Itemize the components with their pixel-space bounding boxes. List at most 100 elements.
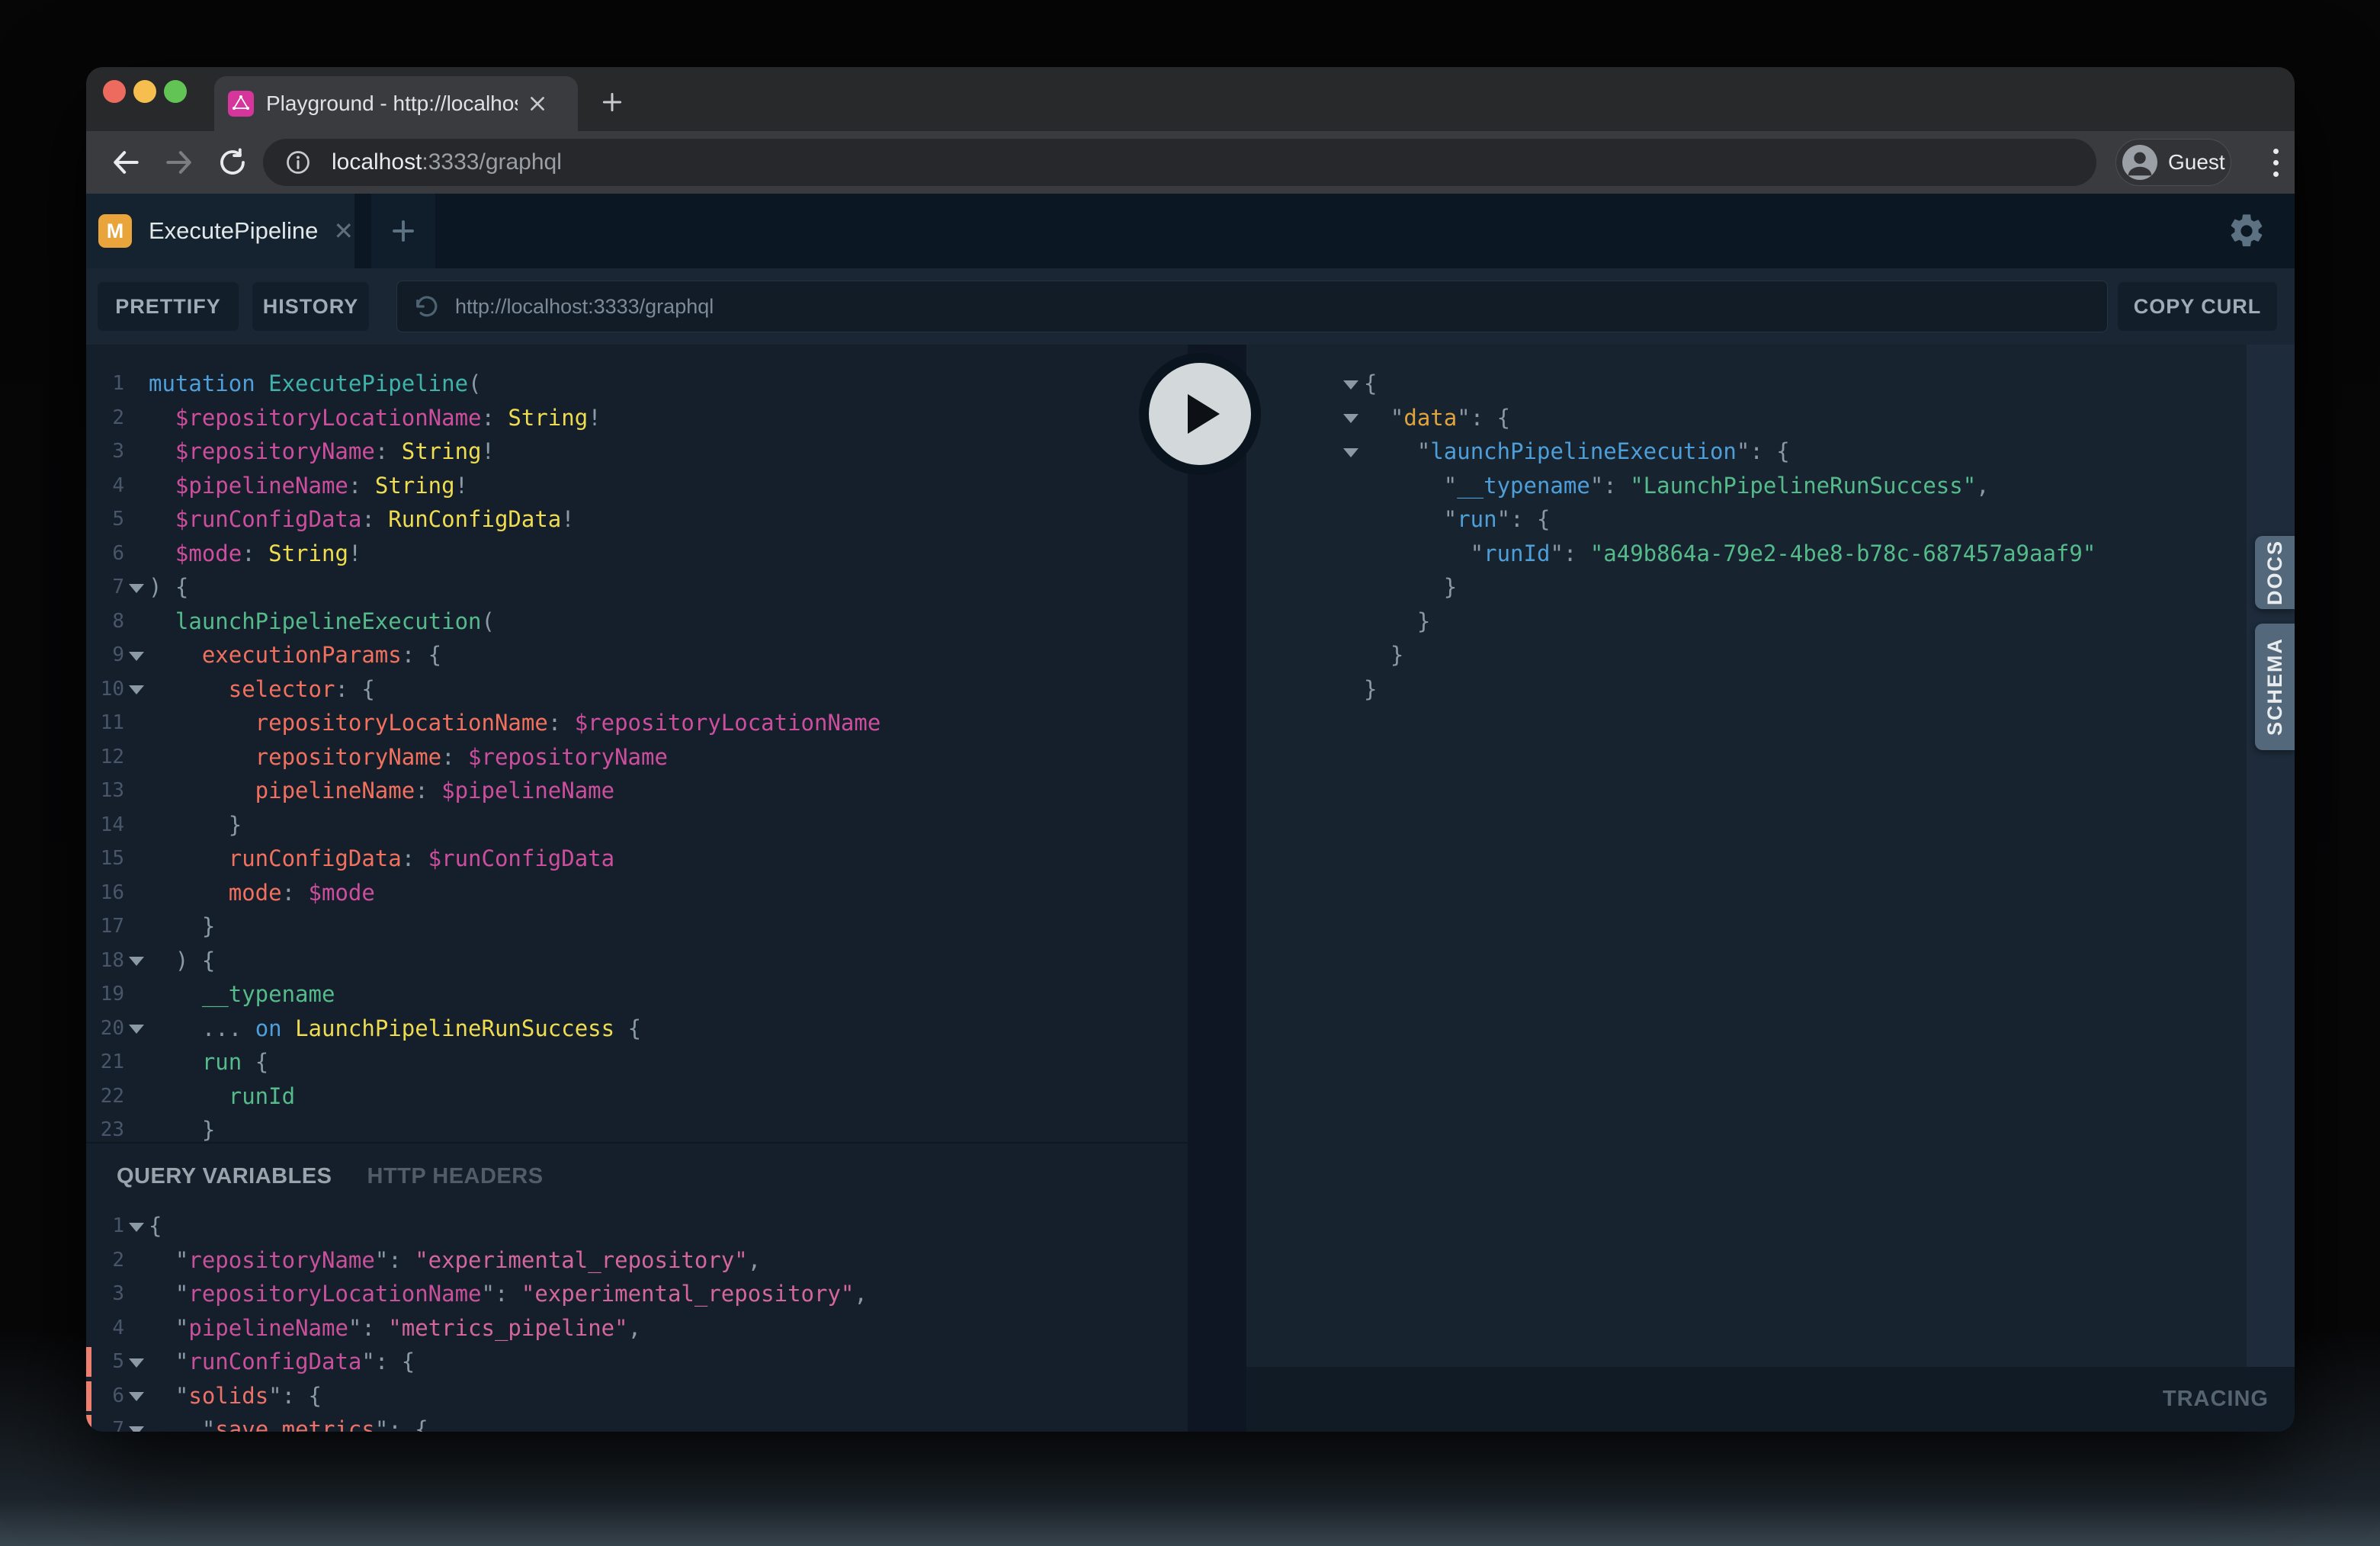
tracing-footer[interactable]: TRACING	[1246, 1367, 2295, 1432]
playground-tab-executepipeline[interactable]: M ExecutePipeline ✕	[86, 194, 354, 268]
endpoint-url-bar[interactable]: http://localhost:3333/graphql	[396, 281, 2108, 332]
line-gutter: 17	[86, 915, 149, 938]
code-line[interactable]: 22 runId	[86, 1079, 1188, 1114]
variables-code[interactable]: 1{2 "repositoryName": "experimental_repo…	[86, 1209, 1188, 1432]
code-line[interactable]: 13 pipelineName: $pipelineName	[86, 774, 1188, 808]
code-line[interactable]: 2 "repositoryName": "experimental_reposi…	[86, 1243, 1188, 1278]
code-line[interactable]: 14 }	[86, 808, 1188, 842]
execute-query-button[interactable]	[1139, 353, 1261, 475]
line-gutter: 13	[86, 779, 149, 802]
copy-curl-button[interactable]: COPY CURL	[2118, 282, 2277, 331]
code-line[interactable]: 10 selector: {	[86, 672, 1188, 707]
playground-new-tab-button[interactable]	[371, 194, 435, 268]
new-tab-button[interactable]	[591, 81, 633, 123]
tab-close-icon[interactable]	[524, 90, 551, 117]
fold-arrow-icon[interactable]	[129, 1392, 144, 1401]
code-line[interactable]: 3 "repositoryLocationName": "experimenta…	[86, 1277, 1188, 1311]
line-gutter: 22	[86, 1085, 149, 1108]
code-line[interactable]: 16 mode: $mode	[86, 876, 1188, 910]
line-gutter: 2	[86, 406, 149, 429]
code-line[interactable]: 19 __typename	[86, 977, 1188, 1012]
tracing-label: TRACING	[2163, 1387, 2269, 1412]
site-info-icon[interactable]	[284, 149, 312, 176]
code-line[interactable]: 21 run {	[86, 1045, 1188, 1079]
code-line[interactable]: 7 "save_metrics": {	[86, 1413, 1188, 1432]
schema-tab[interactable]: SCHEMA	[2255, 624, 2295, 750]
fold-arrow-icon[interactable]	[129, 584, 144, 593]
prettify-button[interactable]: PRETTIFY	[98, 282, 239, 331]
code-line[interactable]: 5 "runConfigData": {	[86, 1345, 1188, 1379]
code-line[interactable]: 9 executionParams: {	[86, 638, 1188, 672]
tab-query-variables[interactable]: QUERY VARIABLES	[117, 1164, 332, 1189]
query-code[interactable]: 1mutation ExecutePipeline(2 $repositoryL…	[86, 345, 1188, 1142]
fold-arrow-icon[interactable]	[129, 1426, 144, 1432]
code-line[interactable]: 20 ... on LaunchPipelineRunSuccess {	[86, 1012, 1188, 1046]
response-line: }	[1246, 638, 2247, 672]
traffic-close-button[interactable]	[103, 80, 126, 103]
browser-toolbar: localhost:3333/graphql Guest	[86, 131, 2295, 194]
code-line[interactable]: 6 $mode: String!	[86, 537, 1188, 571]
fold-arrow-icon[interactable]	[1343, 414, 1358, 423]
code-line[interactable]: 11 repositoryLocationName: $repositoryLo…	[86, 706, 1188, 740]
fold-arrow-icon[interactable]	[1343, 380, 1358, 390]
reload-button[interactable]	[213, 143, 252, 182]
line-number: 2	[86, 1249, 124, 1272]
fold-arrow-icon[interactable]	[129, 685, 144, 694]
code-line[interactable]: 8 launchPipelineExecution(	[86, 605, 1188, 639]
browser-tabstrip: Playground - http://localhost:3	[86, 67, 2295, 131]
fold-arrow-icon[interactable]	[129, 957, 144, 966]
tab-http-headers[interactable]: HTTP HEADERS	[367, 1164, 544, 1189]
line-number: 7	[86, 1418, 124, 1432]
code-line[interactable]: 2 $repositoryLocationName: String!	[86, 401, 1188, 435]
playground-tabbar: M ExecutePipeline ✕	[86, 194, 2295, 268]
fold-arrow-icon[interactable]	[129, 1358, 144, 1368]
traffic-minimize-button[interactable]	[133, 80, 156, 103]
profile-chip[interactable]: Guest	[2115, 139, 2231, 186]
line-number: 22	[86, 1085, 124, 1108]
line-gutter: 14	[86, 813, 149, 836]
docs-tab[interactable]: DOCS	[2255, 536, 2295, 609]
browser-menu-icon[interactable]	[2256, 143, 2295, 182]
code-line[interactable]: 18 ) {	[86, 944, 1188, 978]
right-sidebar: DOCS SCHEMA	[2247, 345, 2295, 1367]
back-button[interactable]	[106, 143, 146, 182]
code-line[interactable]: 15 runConfigData: $runConfigData	[86, 842, 1188, 876]
line-number: 15	[86, 847, 124, 870]
code-line[interactable]: 23 }	[86, 1113, 1188, 1142]
line-number: 4	[86, 1317, 124, 1339]
code-line[interactable]: 5 $runConfigData: RunConfigData!	[86, 502, 1188, 537]
line-gutter: 5	[86, 1350, 149, 1373]
pane-divider[interactable]	[1188, 345, 1246, 1432]
line-number: 14	[86, 813, 124, 836]
code-line[interactable]: 7) {	[86, 570, 1188, 605]
code-line[interactable]: 4 "pipelineName": "metrics_pipeline",	[86, 1311, 1188, 1346]
code-line[interactable]: 1mutation ExecutePipeline(	[86, 367, 1188, 401]
fold-arrow-icon[interactable]	[1343, 448, 1358, 457]
response-code: { "data": { "launchPipelineExecution": {…	[1246, 345, 2247, 1367]
query-editor-pane[interactable]: 1mutation ExecutePipeline(2 $repositoryL…	[86, 345, 1188, 1432]
fold-arrow-icon[interactable]	[129, 652, 144, 661]
code-line[interactable]: 12 repositoryName: $repositoryName	[86, 740, 1188, 775]
browser-tab[interactable]: Playground - http://localhost:3	[214, 76, 578, 131]
line-number: 20	[86, 1017, 124, 1040]
graphql-playground-favicon-icon	[228, 91, 254, 117]
line-number: 1	[86, 372, 124, 395]
traffic-zoom-button[interactable]	[164, 80, 187, 103]
address-bar[interactable]: localhost:3333/graphql	[263, 139, 2096, 186]
fold-arrow-icon[interactable]	[129, 1223, 144, 1232]
line-number: 6	[86, 1384, 124, 1407]
playground-toolbar: PRETTIFY HISTORY http://localhost:3333/g…	[86, 268, 2295, 345]
code-line[interactable]: 6 "solids": {	[86, 1379, 1188, 1413]
code-line[interactable]: 3 $repositoryName: String!	[86, 435, 1188, 469]
play-icon	[1188, 394, 1220, 434]
line-number: 11	[86, 711, 124, 734]
code-line[interactable]: 1{	[86, 1209, 1188, 1243]
settings-gear-icon[interactable]	[2226, 210, 2267, 252]
code-line[interactable]: 4 $pipelineName: String!	[86, 469, 1188, 503]
forward-button[interactable]	[159, 143, 199, 182]
code-line[interactable]: 17 }	[86, 909, 1188, 944]
fold-arrow-icon[interactable]	[129, 1025, 144, 1034]
playground-tab-close-icon[interactable]: ✕	[333, 217, 354, 245]
lint-marker	[86, 1381, 91, 1411]
history-button[interactable]: HISTORY	[252, 282, 369, 331]
